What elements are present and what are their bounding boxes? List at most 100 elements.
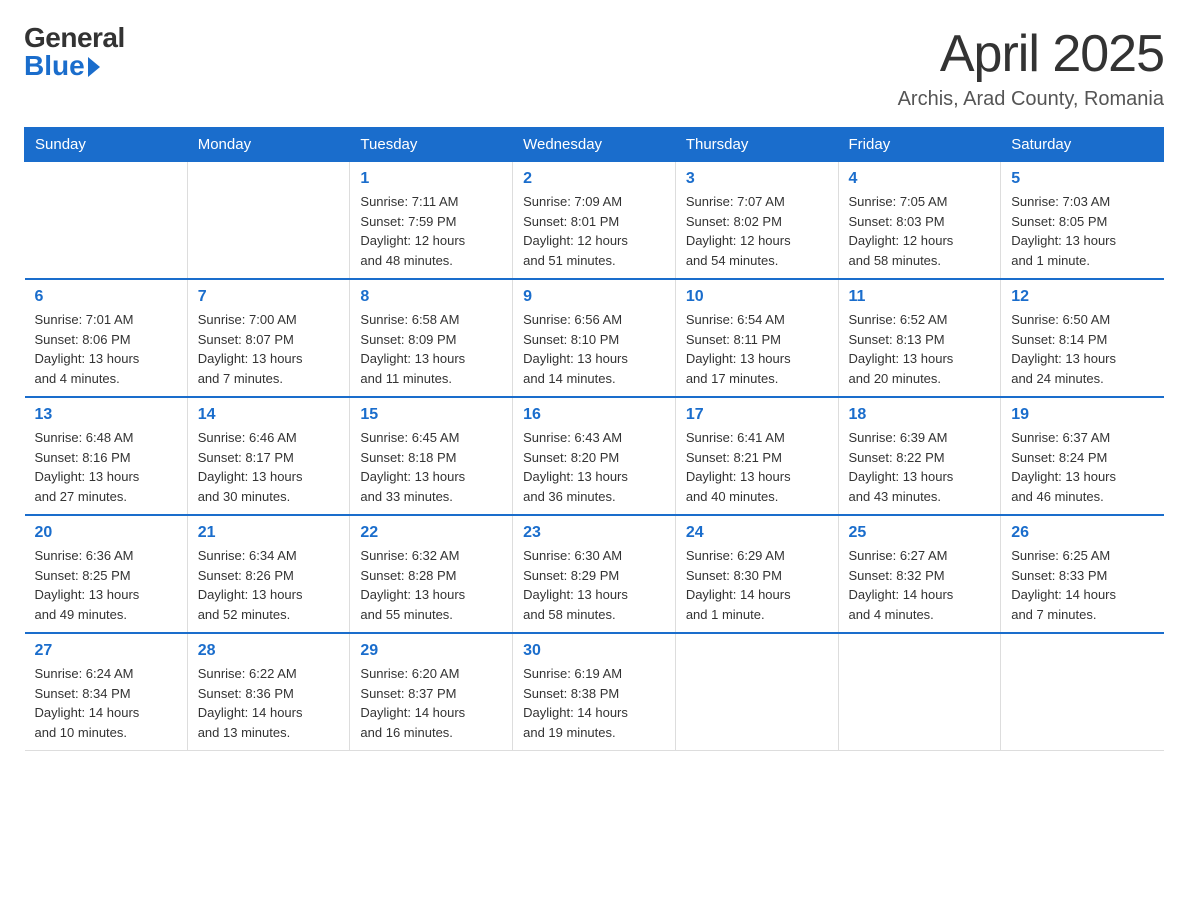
calendar-cell: 19 Sunrise: 6:37 AM Sunset: 8:24 PM Dayli… [1001, 397, 1164, 515]
day-number: 9 [523, 288, 665, 306]
calendar-cell: 5Sunrise: 7:03 AM Sunset: 8:05 PM Daylig… [1001, 162, 1164, 280]
day-number: 13 [35, 406, 177, 424]
calendar-cell: 9 Sunrise: 6:56 AM Sunset: 8:10 PM Daylig… [513, 279, 676, 397]
day-info: Sunrise: 6:50 AM Sunset: 8:14 PM Dayligh… [1011, 310, 1153, 388]
calendar-cell: 4 Sunrise: 7:05 AM Sunset: 8:03 PM Daylig… [838, 162, 1001, 280]
calendar-table: Sunday Monday Tuesday Wednesday Thursday… [24, 127, 1164, 751]
calendar-cell: 22Sunrise: 6:32 AM Sunset: 8:28 PM Dayli… [350, 515, 513, 633]
day-info: Sunrise: 7:07 AM Sunset: 8:02 PM Dayligh… [686, 192, 828, 270]
day-info: Sunrise: 6:27 AM Sunset: 8:32 PM Dayligh… [849, 546, 991, 624]
col-friday: Friday [838, 128, 1001, 162]
calendar-cell: 1 Sunrise: 7:11 AM Sunset: 7:59 PM Daylig… [350, 162, 513, 280]
calendar-cell: 24Sunrise: 6:29 AM Sunset: 8:30 PM Dayli… [675, 515, 838, 633]
month-title: April 2025 [898, 24, 1164, 84]
logo: General Blue [24, 24, 125, 80]
calendar-cell: 23 Sunrise: 6:30 AM Sunset: 8:29 PM Dayli… [513, 515, 676, 633]
day-info: Sunrise: 6:22 AM Sunset: 8:36 PM Dayligh… [198, 664, 340, 742]
calendar-cell [1001, 633, 1164, 751]
calendar-cell: 30 Sunrise: 6:19 AM Sunset: 8:38 PM Dayli… [513, 633, 676, 751]
day-info: Sunrise: 6:39 AM Sunset: 8:22 PM Dayligh… [849, 428, 991, 506]
day-number: 16 [523, 406, 665, 424]
day-number: 12 [1011, 288, 1153, 306]
day-number: 8 [360, 288, 502, 306]
day-info: Sunrise: 6:19 AM Sunset: 8:38 PM Dayligh… [523, 664, 665, 742]
day-info: Sunrise: 6:41 AM Sunset: 8:21 PM Dayligh… [686, 428, 828, 506]
day-info: Sunrise: 6:37 AM Sunset: 8:24 PM Dayligh… [1011, 428, 1153, 506]
calendar-cell: 16 Sunrise: 6:43 AM Sunset: 8:20 PM Dayli… [513, 397, 676, 515]
calendar-week-row: 13 Sunrise: 6:48 AM Sunset: 8:16 PM Dayli… [25, 397, 1164, 515]
calendar-week-row: 27Sunrise: 6:24 AM Sunset: 8:34 PM Dayli… [25, 633, 1164, 751]
day-number: 28 [198, 642, 340, 660]
col-thursday: Thursday [675, 128, 838, 162]
day-number: 26 [1011, 524, 1153, 542]
day-number: 1 [360, 170, 502, 188]
day-info: Sunrise: 6:29 AM Sunset: 8:30 PM Dayligh… [686, 546, 828, 624]
calendar-cell [187, 162, 350, 280]
calendar-cell: 20 Sunrise: 6:36 AM Sunset: 8:25 PM Dayli… [25, 515, 188, 633]
calendar-cell: 14Sunrise: 6:46 AM Sunset: 8:17 PM Dayli… [187, 397, 350, 515]
day-number: 19 [1011, 406, 1153, 424]
day-info: Sunrise: 6:24 AM Sunset: 8:34 PM Dayligh… [35, 664, 177, 742]
logo-arrow-icon [88, 57, 100, 77]
day-number: 22 [360, 524, 502, 542]
calendar-week-row: 1 Sunrise: 7:11 AM Sunset: 7:59 PM Daylig… [25, 162, 1164, 280]
calendar-cell: 6 Sunrise: 7:01 AM Sunset: 8:06 PM Daylig… [25, 279, 188, 397]
day-info: Sunrise: 7:01 AM Sunset: 8:06 PM Dayligh… [35, 310, 177, 388]
calendar-cell: 3 Sunrise: 7:07 AM Sunset: 8:02 PM Daylig… [675, 162, 838, 280]
col-saturday: Saturday [1001, 128, 1164, 162]
day-info: Sunrise: 6:34 AM Sunset: 8:26 PM Dayligh… [198, 546, 340, 624]
calendar-cell: 18 Sunrise: 6:39 AM Sunset: 8:22 PM Dayli… [838, 397, 1001, 515]
day-info: Sunrise: 6:56 AM Sunset: 8:10 PM Dayligh… [523, 310, 665, 388]
day-number: 3 [686, 170, 828, 188]
day-number: 2 [523, 170, 665, 188]
day-info: Sunrise: 6:46 AM Sunset: 8:17 PM Dayligh… [198, 428, 340, 506]
calendar-cell: 8Sunrise: 6:58 AM Sunset: 8:09 PM Daylig… [350, 279, 513, 397]
calendar-cell: 12 Sunrise: 6:50 AM Sunset: 8:14 PM Dayli… [1001, 279, 1164, 397]
day-number: 17 [686, 406, 828, 424]
col-tuesday: Tuesday [350, 128, 513, 162]
header-row: Sunday Monday Tuesday Wednesday Thursday… [25, 128, 1164, 162]
day-number: 18 [849, 406, 991, 424]
calendar-cell: 28 Sunrise: 6:22 AM Sunset: 8:36 PM Dayli… [187, 633, 350, 751]
day-info: Sunrise: 7:00 AM Sunset: 8:07 PM Dayligh… [198, 310, 340, 388]
calendar-cell: 7 Sunrise: 7:00 AM Sunset: 8:07 PM Daylig… [187, 279, 350, 397]
calendar-cell: 26Sunrise: 6:25 AM Sunset: 8:33 PM Dayli… [1001, 515, 1164, 633]
day-info: Sunrise: 6:20 AM Sunset: 8:37 PM Dayligh… [360, 664, 502, 742]
col-wednesday: Wednesday [513, 128, 676, 162]
logo-blue-text: Blue [24, 52, 125, 80]
calendar-cell: 17 Sunrise: 6:41 AM Sunset: 8:21 PM Dayli… [675, 397, 838, 515]
day-number: 21 [198, 524, 340, 542]
day-info: Sunrise: 7:11 AM Sunset: 7:59 PM Dayligh… [360, 192, 502, 270]
calendar-cell: 27Sunrise: 6:24 AM Sunset: 8:34 PM Dayli… [25, 633, 188, 751]
calendar-cell: 29 Sunrise: 6:20 AM Sunset: 8:37 PM Dayli… [350, 633, 513, 751]
day-info: Sunrise: 6:52 AM Sunset: 8:13 PM Dayligh… [849, 310, 991, 388]
day-number: 30 [523, 642, 665, 660]
calendar-cell: 15 Sunrise: 6:45 AM Sunset: 8:18 PM Dayli… [350, 397, 513, 515]
calendar-header: Sunday Monday Tuesday Wednesday Thursday… [25, 128, 1164, 162]
day-number: 29 [360, 642, 502, 660]
day-number: 15 [360, 406, 502, 424]
calendar-cell: 11 Sunrise: 6:52 AM Sunset: 8:13 PM Dayli… [838, 279, 1001, 397]
calendar-cell: 13 Sunrise: 6:48 AM Sunset: 8:16 PM Dayli… [25, 397, 188, 515]
day-number: 10 [686, 288, 828, 306]
day-number: 23 [523, 524, 665, 542]
calendar-body: 1 Sunrise: 7:11 AM Sunset: 7:59 PM Daylig… [25, 162, 1164, 751]
day-number: 7 [198, 288, 340, 306]
day-info: Sunrise: 6:43 AM Sunset: 8:20 PM Dayligh… [523, 428, 665, 506]
day-info: Sunrise: 6:36 AM Sunset: 8:25 PM Dayligh… [35, 546, 177, 624]
day-info: Sunrise: 7:09 AM Sunset: 8:01 PM Dayligh… [523, 192, 665, 270]
day-info: Sunrise: 6:45 AM Sunset: 8:18 PM Dayligh… [360, 428, 502, 506]
day-number: 4 [849, 170, 991, 188]
day-info: Sunrise: 6:48 AM Sunset: 8:16 PM Dayligh… [35, 428, 177, 506]
col-sunday: Sunday [25, 128, 188, 162]
day-number: 5 [1011, 170, 1153, 188]
location-subtitle: Archis, Arad County, Romania [898, 88, 1164, 111]
day-number: 6 [35, 288, 177, 306]
day-info: Sunrise: 7:05 AM Sunset: 8:03 PM Dayligh… [849, 192, 991, 270]
day-info: Sunrise: 6:54 AM Sunset: 8:11 PM Dayligh… [686, 310, 828, 388]
day-number: 11 [849, 288, 991, 306]
calendar-cell: 10 Sunrise: 6:54 AM Sunset: 8:11 PM Dayli… [675, 279, 838, 397]
day-number: 20 [35, 524, 177, 542]
day-number: 25 [849, 524, 991, 542]
day-info: Sunrise: 6:30 AM Sunset: 8:29 PM Dayligh… [523, 546, 665, 624]
